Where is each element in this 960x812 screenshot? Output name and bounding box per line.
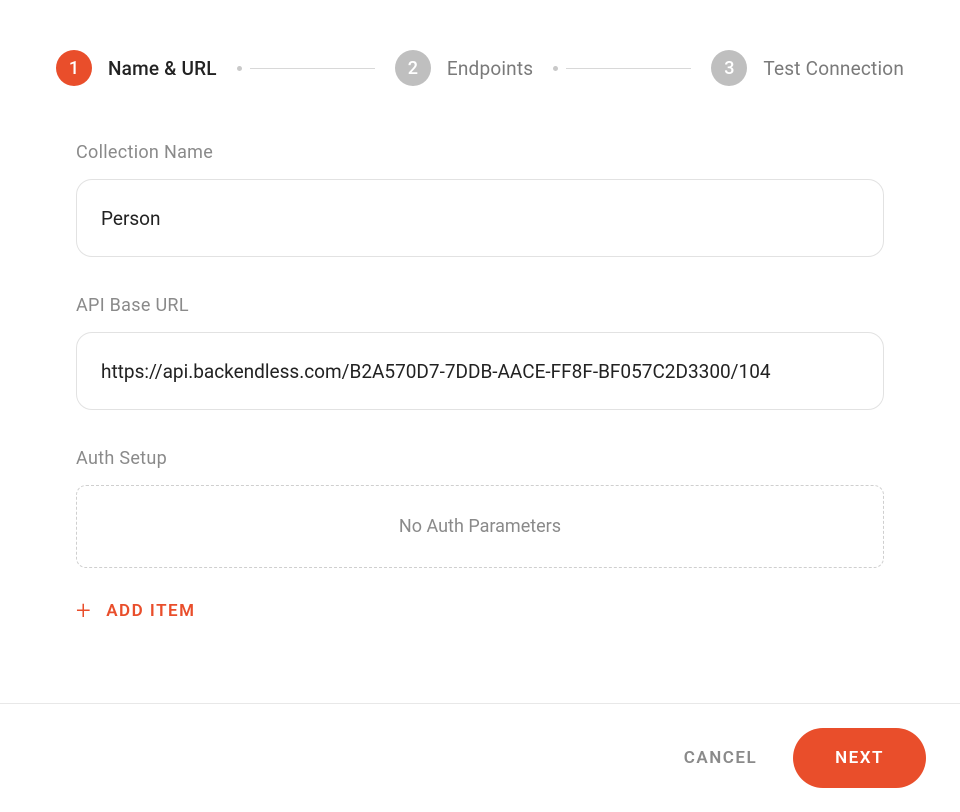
step-1[interactable]: 1 Name & URL bbox=[56, 50, 217, 86]
step-3[interactable]: 3 Test Connection bbox=[711, 50, 904, 86]
add-item-button[interactable]: + ADD ITEM bbox=[56, 598, 195, 624]
step-separator bbox=[553, 66, 691, 71]
next-button[interactable]: NEXT bbox=[793, 728, 926, 788]
auth-empty-text: No Auth Parameters bbox=[399, 516, 561, 537]
stepper: 1 Name & URL 2 Endpoints 3 Test Connecti… bbox=[56, 50, 904, 86]
step-2[interactable]: 2 Endpoints bbox=[395, 50, 533, 86]
cancel-button[interactable]: CANCEL bbox=[684, 748, 757, 768]
step-1-label: Name & URL bbox=[108, 57, 217, 80]
step-1-circle: 1 bbox=[56, 50, 92, 86]
add-item-label: ADD ITEM bbox=[106, 601, 195, 621]
api-base-url-input[interactable] bbox=[76, 332, 884, 410]
footer: CANCEL NEXT bbox=[0, 703, 960, 812]
plus-icon: + bbox=[76, 598, 92, 624]
auth-setup-label: Auth Setup bbox=[76, 448, 884, 469]
auth-parameters-box: No Auth Parameters bbox=[76, 485, 884, 568]
collection-name-input[interactable] bbox=[76, 179, 884, 257]
api-base-url-label: API Base URL bbox=[76, 295, 884, 316]
step-separator bbox=[237, 66, 375, 71]
step-2-circle: 2 bbox=[395, 50, 431, 86]
step-2-label: Endpoints bbox=[447, 57, 533, 80]
step-3-label: Test Connection bbox=[763, 57, 904, 80]
collection-name-label: Collection Name bbox=[76, 142, 884, 163]
step-3-circle: 3 bbox=[711, 50, 747, 86]
